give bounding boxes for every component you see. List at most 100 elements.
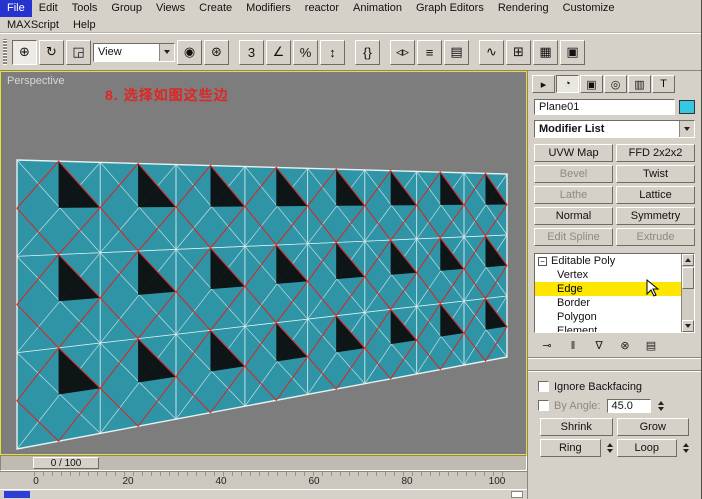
object-color-swatch[interactable] [679, 100, 695, 114]
object-name-field[interactable]: Plane01 [534, 99, 675, 115]
menu-modifiers[interactable]: Modifiers [239, 0, 298, 17]
dropdown-arrow-icon[interactable] [159, 43, 174, 61]
remove-modifier-icon[interactable]: ⊗ [616, 338, 634, 353]
select-and-rotate-button[interactable]: ↻ [39, 39, 64, 65]
collapse-icon[interactable]: − [538, 256, 547, 266]
menu-create[interactable]: Create [192, 0, 239, 17]
maxscript-mini-listener[interactable] [4, 491, 30, 498]
modifier-button-set: UVW Map FFD 2x2x2 Bevel Twist Lathe Latt… [528, 140, 701, 250]
menu-customize[interactable]: Customize [556, 0, 622, 17]
scroll-up-icon[interactable] [682, 254, 694, 266]
tab-utilities[interactable]: T [652, 75, 675, 93]
render-scene-button[interactable]: ▣ [560, 39, 585, 65]
render-scene-icon: ▣ [566, 44, 579, 59]
layer-manager-button[interactable]: ▤ [444, 39, 469, 65]
time-slider-handle[interactable]: 0 / 100 [33, 457, 99, 469]
move-icon: ⊕ [19, 44, 30, 59]
tab-display[interactable]: ▥ [628, 75, 651, 93]
menu-group[interactable]: Group [104, 0, 149, 17]
show-end-result-icon[interactable]: ‖ [564, 338, 582, 353]
modifier-button-bevel: Bevel [534, 165, 613, 183]
menu-rendering[interactable]: Rendering [491, 0, 556, 17]
menu-graph-editors[interactable]: Graph Editors [409, 0, 491, 17]
scroll-down-icon[interactable] [682, 320, 694, 332]
scroll-thumb[interactable] [682, 267, 694, 289]
viewport-canvas[interactable] [1, 72, 526, 454]
percent-snap-button[interactable]: % [293, 39, 318, 65]
modifier-list-dropdown[interactable]: Modifier List [534, 120, 695, 138]
modifier-list-row: Modifier List [528, 117, 701, 140]
modifier-stack: − Editable Poly Vertex Edge Border Polyg… [534, 253, 695, 333]
by-angle-spinner[interactable] [658, 400, 665, 411]
menu-help[interactable]: Help [66, 17, 103, 32]
menu-file[interactable]: File [0, 0, 32, 17]
material-editor-button[interactable]: ▦ [533, 39, 558, 65]
select-and-scale-button[interactable]: ◲ [66, 39, 91, 65]
align-button[interactable]: ≡ [417, 39, 442, 65]
create-tab-icon: ▸ [540, 78, 547, 91]
make-unique-icon[interactable]: ∇ [590, 338, 608, 353]
time-slider[interactable]: 0 / 100 [0, 455, 527, 471]
viewport-label[interactable]: Perspective [7, 75, 64, 87]
stack-scrollbar[interactable] [681, 254, 694, 332]
menu-maxscript[interactable]: MAXScript [0, 17, 66, 32]
menu-edit[interactable]: Edit [32, 0, 65, 17]
command-panel: ▸ ◔ ▣ ◎ ▥ T Plane01 Modifier List UVW Ma… [527, 71, 701, 499]
schematic-view-icon: ⊞ [513, 44, 524, 59]
configure-modifier-sets-icon[interactable]: ▤ [642, 338, 660, 353]
stack-row-element[interactable]: Element [535, 324, 694, 333]
track-tick-100: 100 [488, 476, 506, 487]
modifier-button-lattice[interactable]: Lattice [616, 186, 695, 204]
stack-row-editable-poly[interactable]: − Editable Poly [535, 254, 694, 268]
tab-modify[interactable]: ◔ [556, 75, 579, 93]
menu-animation[interactable]: Animation [346, 0, 409, 17]
named-selection-sets-button[interactable]: {} [355, 39, 380, 65]
angle-snap-button[interactable]: ∠ [266, 39, 291, 65]
modifier-button-normal[interactable]: Normal [534, 207, 613, 225]
schematic-view-button[interactable]: ⊞ [506, 39, 531, 65]
tab-create[interactable]: ▸ [532, 75, 555, 93]
ring-button[interactable]: Ring [540, 439, 601, 457]
grow-button[interactable]: Grow [616, 418, 689, 436]
mirror-button[interactable]: ◃▹ [390, 39, 415, 65]
ring-spinner[interactable] [606, 443, 613, 453]
tab-motion[interactable]: ◎ [604, 75, 627, 93]
snap-toggle-3d-button[interactable]: 3 [239, 39, 264, 65]
shrink-button[interactable]: Shrink [540, 418, 613, 436]
pin-stack-icon[interactable]: ⊸ [538, 338, 556, 353]
modifier-button-twist[interactable]: Twist [616, 165, 695, 183]
perspective-viewport[interactable]: Perspective 8. 选择如图这些边 [0, 71, 527, 455]
spinner-snap-button[interactable]: ↕ [320, 39, 345, 65]
select-and-move-button[interactable]: ⊕ [12, 39, 37, 65]
toolbar-grip[interactable] [3, 39, 7, 65]
loop-spinner[interactable] [683, 443, 689, 453]
spinner-snap-icon: ↕ [329, 44, 336, 60]
stack-row-edge[interactable]: Edge [535, 282, 694, 296]
by-angle-checkbox[interactable] [538, 400, 549, 411]
angle-snap-icon: ∠ [272, 44, 285, 59]
by-angle-label: By Angle: [554, 399, 601, 412]
stack-toolbar: ⊸ ‖ ∇ ⊗ ▤ [528, 333, 701, 358]
stack-row-polygon[interactable]: Polygon [535, 310, 694, 324]
menu-tools[interactable]: Tools [65, 0, 105, 17]
ignore-backfacing-checkbox[interactable] [538, 381, 549, 392]
modifier-list-arrow-icon[interactable] [679, 121, 694, 137]
menu-reactor[interactable]: reactor [298, 0, 346, 17]
stack-row-border[interactable]: Border [535, 296, 694, 310]
reference-coordinate-dropdown[interactable]: View [93, 42, 175, 62]
by-angle-value-field[interactable]: 45.0 [607, 398, 652, 413]
menu-views[interactable]: Views [149, 0, 192, 17]
stack-row-vertex[interactable]: Vertex [535, 268, 694, 282]
modifier-button-ffd-2x2x2[interactable]: FFD 2x2x2 [616, 144, 695, 162]
use-pivot-center-button[interactable]: ◉ [177, 39, 202, 65]
modifier-button-uvw-map[interactable]: UVW Map [534, 144, 613, 162]
tab-hierarchy[interactable]: ▣ [580, 75, 603, 93]
status-bar [0, 489, 527, 499]
stack-root-label: Editable Poly [551, 254, 616, 267]
curve-editor-button[interactable]: ∿ [479, 39, 504, 65]
modifier-button-symmetry[interactable]: Symmetry [616, 207, 695, 225]
rotate-icon: ↻ [46, 44, 57, 59]
select-and-manipulate-button[interactable]: ⊛ [204, 39, 229, 65]
loop-button[interactable]: Loop [616, 439, 677, 457]
track-bar[interactable]: 0 20 40 60 80 100 [0, 471, 527, 489]
